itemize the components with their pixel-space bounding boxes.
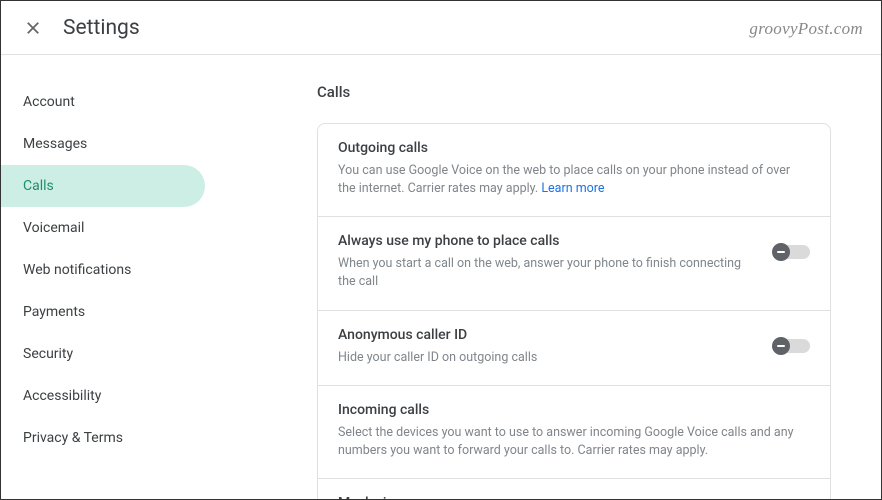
sidebar-item-label: Privacy & Terms (23, 430, 123, 446)
page-title: Settings (63, 16, 140, 40)
toggle-anonymous-caller-id[interactable] (772, 337, 810, 355)
panel-title: Always use my phone to place calls (338, 233, 752, 249)
toggle-thumb-off-icon (772, 337, 790, 355)
watermark: groovyPost.com (749, 19, 863, 39)
sidebar-item-messages[interactable]: Messages (1, 123, 205, 165)
panel-title: Outgoing calls (338, 140, 810, 156)
sidebar-item-payments[interactable]: Payments (1, 291, 205, 333)
sidebar-item-calls[interactable]: Calls (1, 165, 205, 207)
panel-title: Incoming calls (338, 402, 810, 418)
panel-desc: Select the devices you want to use to an… (338, 424, 810, 460)
panel-anonymous-caller-id: Anonymous caller ID Hide your caller ID … (318, 311, 830, 386)
panel-desc: Hide your caller ID on outgoing calls (338, 349, 752, 367)
learn-more-link[interactable]: Learn more (541, 181, 604, 196)
panel-desc: You can use Google Voice on the web to p… (338, 162, 810, 198)
sidebar-item-label: Calls (23, 178, 54, 194)
sidebar-item-label: Voicemail (23, 220, 84, 236)
panel-incoming-calls: Incoming calls Select the devices you wa… (318, 386, 830, 479)
sidebar: Account Messages Calls Voicemail Web not… (1, 55, 211, 499)
sidebar-item-voicemail[interactable]: Voicemail (1, 207, 205, 249)
sidebar-item-accessibility[interactable]: Accessibility (1, 375, 205, 417)
sidebar-item-label: Web notifications (23, 262, 131, 278)
toggle-always-use-phone[interactable] (772, 243, 810, 261)
panel-title: My devices (338, 495, 810, 499)
panel-my-devices: My devices Turn on the devices you want … (318, 479, 830, 499)
sidebar-item-web-notifications[interactable]: Web notifications (1, 249, 205, 291)
settings-card: Outgoing calls You can use Google Voice … (317, 123, 831, 499)
section-title: Calls (317, 83, 831, 101)
close-button[interactable] (21, 16, 45, 40)
panel-desc: When you start a call on the web, answer… (338, 255, 752, 291)
sidebar-item-label: Accessibility (23, 388, 101, 404)
sidebar-item-privacy-terms[interactable]: Privacy & Terms (1, 417, 205, 459)
sidebar-item-label: Payments (23, 304, 85, 320)
sidebar-item-account[interactable]: Account (1, 81, 205, 123)
panel-always-use-phone: Always use my phone to place calls When … (318, 217, 830, 310)
main-content: Calls Outgoing calls You can use Google … (211, 55, 881, 499)
sidebar-item-security[interactable]: Security (1, 333, 205, 375)
panel-outgoing-calls: Outgoing calls You can use Google Voice … (318, 124, 830, 217)
sidebar-item-label: Account (23, 94, 75, 110)
close-icon (24, 19, 42, 37)
panel-title: Anonymous caller ID (338, 327, 752, 343)
sidebar-item-label: Messages (23, 136, 87, 152)
sidebar-item-label: Security (23, 346, 73, 362)
